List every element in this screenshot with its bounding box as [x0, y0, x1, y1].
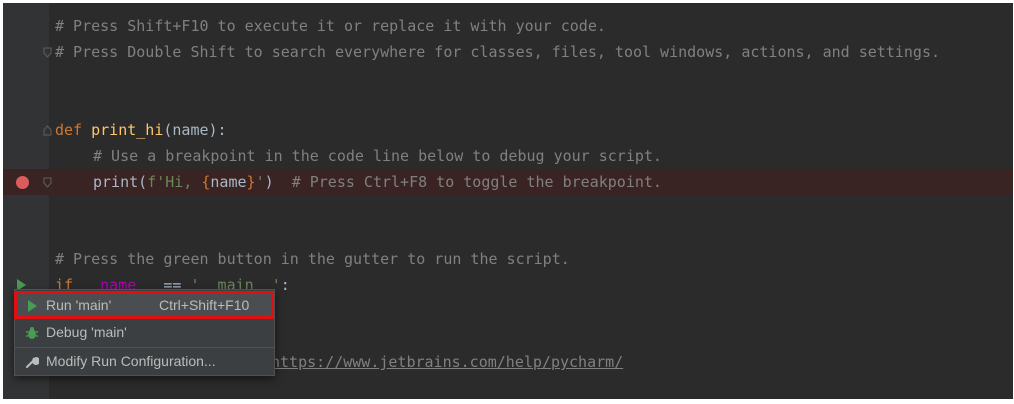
breakpoint-icon[interactable]: [16, 176, 29, 189]
help-link[interactable]: https://www.jetbrains.com/help/pycharm/: [271, 349, 623, 375]
menu-item-modify-run-configuration[interactable]: Modify Run Configuration...: [15, 348, 274, 375]
code-line: # Use a breakpoint in the code line belo…: [3, 143, 1013, 169]
fstring-end: ': [255, 173, 265, 191]
colon: :: [280, 276, 290, 294]
code-comment: # Press the green button in the gutter t…: [55, 250, 570, 268]
print-close: ): [264, 173, 274, 191]
print-call: print(: [93, 173, 148, 191]
fold-end-icon[interactable]: [43, 177, 52, 188]
code-comment: # Press Ctrl+F8 to toggle the breakpoint…: [291, 173, 662, 191]
fstring-rbrace: }: [246, 173, 256, 191]
wrench-icon: [26, 356, 39, 368]
function-name: print_hi: [91, 121, 164, 139]
function-params: (name):: [163, 121, 227, 139]
fold-end-icon[interactable]: [43, 47, 52, 58]
fold-start-icon[interactable]: [43, 125, 52, 136]
code-comment: # Press Shift+F10 to execute it or repla…: [55, 17, 606, 35]
fstring-start: f'Hi,: [147, 173, 202, 191]
annotation-highlight-box: [14, 291, 274, 319]
code-line: # Press Shift+F10 to execute it or repla…: [3, 13, 1013, 39]
code-comment: # Press Double Shift to search everywher…: [55, 43, 941, 61]
function-definition: def print_hi(name):: [55, 117, 227, 143]
code-line: # Press the green button in the gutter t…: [3, 246, 1013, 272]
code-line: # Press Double Shift to search everywher…: [3, 39, 1013, 65]
fstring-var: name: [210, 173, 247, 191]
breakpoint-line: print(f'Hi, {name}') # Press Ctrl+F8 to …: [3, 169, 1013, 195]
print-statement: print(f'Hi, {name}') # Press Ctrl+F8 to …: [93, 169, 662, 195]
menu-item-debug-main[interactable]: Debug 'main': [15, 319, 274, 346]
menu-item-label: Debug 'main': [46, 324, 127, 340]
code-line: def print_hi(name):: [3, 117, 1013, 143]
def-keyword: def: [55, 121, 83, 139]
debug-bug-icon: [26, 327, 38, 339]
menu-item-label: Modify Run Configuration...: [46, 353, 216, 369]
code-comment: # Use a breakpoint in the code line belo…: [93, 147, 662, 165]
